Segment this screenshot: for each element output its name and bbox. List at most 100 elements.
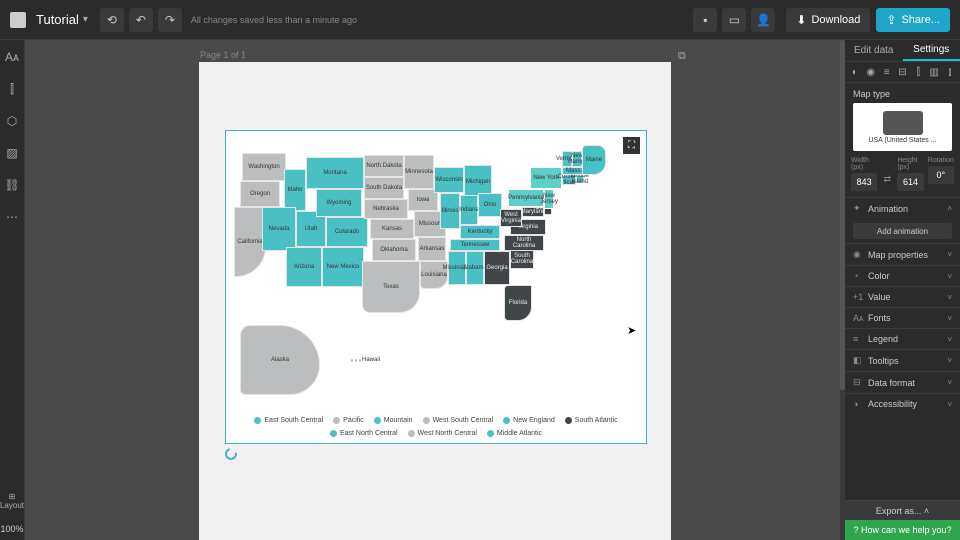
panel-icon-4[interactable]: ⊟ <box>896 66 908 78</box>
tab-edit-data[interactable]: Edit data <box>845 40 903 61</box>
add-user-icon[interactable]: 👤 <box>751 8 775 32</box>
accessibility-icon: ◑ <box>853 399 863 409</box>
state-al: Alabama <box>466 251 484 285</box>
legend: East South CentralPacificMountainWest So… <box>232 417 640 437</box>
logo-icon[interactable] <box>10 12 26 28</box>
legend-swatch <box>333 417 340 424</box>
page-copy-icon[interactable]: ⧉ <box>678 50 690 62</box>
rotation-field[interactable]: Rotation0° <box>928 157 954 191</box>
data-format-section[interactable]: ⊟Data format˅ <box>845 371 960 393</box>
panel-icon-5[interactable]: ⫿ <box>912 66 924 78</box>
legend-label: South Atlantic <box>575 417 618 424</box>
state-wi: Wisconsin <box>434 167 464 193</box>
state-hi: Hawaii <box>350 355 380 365</box>
legend-section[interactable]: ≡Legend˅ <box>845 328 960 349</box>
add-animation-button[interactable]: Add animation <box>853 223 952 239</box>
present-icon[interactable]: ▭ <box>722 8 746 32</box>
map-chart[interactable]: ⛶ Washington Oregon California Idaho Nev… <box>225 130 647 444</box>
integrate-tool-icon[interactable]: ⛓ <box>3 176 21 194</box>
share-label: Share... <box>901 14 940 26</box>
object-tool-icon[interactable]: ⬡ <box>3 112 21 130</box>
project-title[interactable]: Tutorial <box>36 12 79 27</box>
panel-icon-2[interactable]: ◉ <box>865 66 877 78</box>
text-tool-icon[interactable]: Aᴀ <box>3 48 21 66</box>
legend-item: East South Central <box>254 417 323 424</box>
page[interactable]: ⛶ Washington Oregon California Idaho Nev… <box>199 62 671 540</box>
legend-label: East South Central <box>264 417 323 424</box>
globe-icon: ◉ <box>853 249 863 260</box>
state-ky: Kentucky <box>460 225 500 239</box>
panel-icon-3[interactable]: ≡ <box>881 66 893 78</box>
legend-item: East North Central <box>330 430 398 437</box>
layout-label: Layout <box>0 501 24 510</box>
state-mt: Montana <box>306 157 364 189</box>
download-button[interactable]: ⬇Download <box>786 8 870 32</box>
redo-icon[interactable]: ↷ <box>158 8 182 32</box>
state-ok: Oklahoma <box>372 239 416 261</box>
credit-icon <box>223 446 239 462</box>
download-label: Download <box>811 14 860 26</box>
dimension-row: Width (px)843 ⇄ Height (px)614 Rotation0… <box>845 157 960 197</box>
zoom-level[interactable]: 100% <box>0 518 23 540</box>
panel-icon-6[interactable]: ▥ <box>928 66 940 78</box>
panel-icon-7[interactable]: ⫾ <box>944 66 956 78</box>
animation-icon: ✦ <box>853 203 863 214</box>
help-icon: ? <box>853 525 858 535</box>
layout-button[interactable]: ⊞Layout <box>0 484 24 518</box>
value-section[interactable]: +1Value˅ <box>845 286 960 307</box>
map-thumb-label: USA (United States ... <box>868 137 936 144</box>
format-icon: ⊟ <box>853 377 863 388</box>
chart-tool-icon[interactable]: ⫿ <box>3 80 21 98</box>
state-nd: North Dakota <box>364 155 404 177</box>
more-tool-icon[interactable]: ⋯ <box>3 208 21 226</box>
help-button[interactable]: ? How can we help you? <box>845 520 960 540</box>
state-or: Oregon <box>240 181 280 207</box>
export-button[interactable]: Export as... ˄ <box>845 500 960 520</box>
tab-settings[interactable]: Settings <box>903 40 960 61</box>
legend-item: New England <box>503 417 555 424</box>
legend-swatch <box>423 417 430 424</box>
link-dims-icon[interactable]: ⇄ <box>881 157 893 191</box>
state-wv: West Virginia <box>500 209 522 227</box>
tooltip-icon: ◧ <box>853 355 863 366</box>
canvas[interactable]: Page 1 of 1 ⧉ ⛶ Washington Oregon Califo… <box>25 40 845 540</box>
chevron-down-icon[interactable]: ▾ <box>83 14 88 25</box>
share-button[interactable]: ⇪ Share... <box>876 8 950 32</box>
state-id: Idaho <box>284 169 306 211</box>
settings-panel: Edit data Settings ◐ ◉ ≡ ⊟ ⫿ ▥ ⫾ Map typ… <box>845 40 960 540</box>
legend-label: West North Central <box>418 430 477 437</box>
height-field[interactable]: Height (px)614 <box>897 157 923 191</box>
animation-section[interactable]: ✦Animation˄ <box>845 197 960 219</box>
state-ri: Rhode Island <box>576 175 584 183</box>
color-section[interactable]: ◔Color˅ <box>845 265 960 286</box>
legend-swatch <box>503 417 510 424</box>
fonts-section[interactable]: AᴀFonts˅ <box>845 307 960 328</box>
state-il: Illinois <box>440 193 460 229</box>
chevron-up-icon: ˄ <box>947 204 952 213</box>
legend-swatch <box>565 417 572 424</box>
legend-label: Pacific <box>343 417 364 424</box>
legend-swatch <box>374 417 381 424</box>
legend-label: New England <box>513 417 555 424</box>
map-properties-section[interactable]: ◉Map properties˅ <box>845 243 960 265</box>
state-pa: Pennsylvania <box>508 189 544 207</box>
undo-icon[interactable]: ↶ <box>129 8 153 32</box>
chevron-up-icon: ˄ <box>924 506 929 516</box>
us-map: Washington Oregon California Idaho Nevad… <box>232 145 640 405</box>
page-label: Page 1 of 1 <box>200 50 246 60</box>
tooltips-section[interactable]: ◧Tooltips˅ <box>845 349 960 371</box>
share-icon: ⇪ <box>886 13 896 27</box>
state-wa: Washington <box>242 153 286 181</box>
state-ks: Kansas <box>370 219 414 239</box>
image-tool-icon[interactable]: ▨ <box>3 144 21 162</box>
history-icon[interactable]: ⟲ <box>100 8 124 32</box>
top-bar: Tutorial ▾ ⟲ ↶ ↷ All changes saved less … <box>0 0 960 40</box>
map-type-thumb[interactable]: USA (United States ... <box>853 103 952 151</box>
comment-icon[interactable]: ▪ <box>693 8 717 32</box>
accessibility-section[interactable]: ◑Accessibility˅ <box>845 393 960 414</box>
save-status: All changes saved less than a minute ago <box>191 15 357 25</box>
width-field[interactable]: Width (px)843 <box>851 157 877 191</box>
legend-icon: ≡ <box>853 334 863 344</box>
panel-icon-1[interactable]: ◐ <box>849 66 861 78</box>
legend-label: Mountain <box>384 417 413 424</box>
